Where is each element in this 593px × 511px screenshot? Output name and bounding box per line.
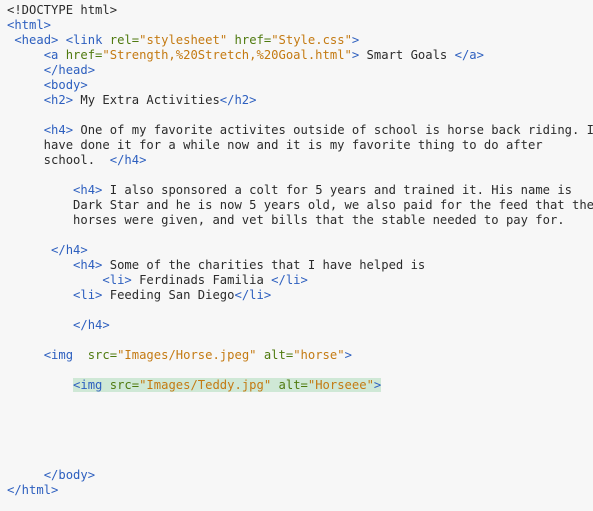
code-token: My Extra Activities — [73, 93, 220, 107]
code-token: "Images/Teddy.jpg" — [139, 378, 272, 392]
code-line[interactable]: <body> — [7, 78, 88, 93]
code-token: > — [373, 378, 382, 392]
code-token: </h2> — [219, 93, 257, 107]
code-editor[interactable]: <!DOCTYPE html> <html> <head> <link rel="… — [0, 0, 593, 511]
code-token: "stylesheet" — [139, 33, 228, 47]
code-line[interactable]: </h4> — [7, 243, 88, 258]
code-line[interactable]: </body> — [7, 468, 95, 483]
code-token: <h4> — [73, 258, 103, 272]
code-line[interactable]: <li> Ferdinads Familia </li> — [7, 273, 308, 288]
code-line[interactable]: <img src="Images/Teddy.jpg" alt="Horseee… — [7, 378, 382, 393]
code-line[interactable]: school. </h4> — [7, 153, 147, 168]
code-token: <h4> — [43, 123, 74, 137]
code-token: I also sponsored a colt for 5 years and … — [102, 183, 573, 197]
code-line[interactable]: Dark Star and he is now 5 years old, we … — [7, 198, 593, 213]
code-token: "Images/Horse.jpeg" — [117, 348, 257, 362]
code-line[interactable]: <html> — [7, 18, 51, 33]
code-line[interactable]: <img src="Images/Horse.jpeg" alt="horse"… — [7, 348, 352, 363]
code-token: <h2> — [43, 93, 74, 107]
code-line[interactable]: <li> Feeding San Diego</li> — [7, 288, 271, 303]
code-line[interactable]: </html> — [7, 483, 58, 498]
code-token: <head> — [14, 33, 59, 47]
code-line[interactable]: </h4> — [7, 318, 110, 333]
code-token: <img — [73, 378, 110, 392]
code-token: </li> — [271, 273, 308, 287]
code-token: have done it for a while now and it is m… — [7, 138, 543, 152]
code-line[interactable]: horses were given, and vet bills that th… — [7, 213, 565, 228]
code-token: rel= — [109, 33, 140, 47]
code-token: Ferdinads Familia — [131, 273, 272, 287]
code-line[interactable]: <!DOCTYPE html> — [7, 3, 117, 18]
code-token: </li> — [234, 288, 272, 302]
code-token: > — [344, 348, 352, 362]
code-token: "Strength,%20Stretch,%20Goal.html" — [102, 48, 352, 62]
code-token: src= — [87, 348, 118, 362]
code-token: > — [351, 33, 360, 47]
code-token: </head> — [43, 63, 96, 77]
code-token — [271, 378, 279, 392]
code-line[interactable]: <h4> I also sponsored a colt for 5 years… — [7, 183, 572, 198]
code-token: href= — [65, 48, 103, 62]
code-token: alt= — [278, 378, 308, 392]
code-line[interactable]: <head> <link rel="stylesheet" href="Styl… — [7, 33, 359, 48]
code-token: <li> — [73, 288, 103, 302]
code-line[interactable]: have done it for a while now and it is m… — [7, 138, 543, 153]
code-token: </h4> — [51, 243, 88, 257]
code-token: Smart Goals — [359, 48, 455, 62]
code-token: </h4> — [73, 318, 110, 332]
code-token: "Horseee" — [307, 378, 374, 392]
code-token: <a — [43, 48, 66, 62]
code-token: <body> — [43, 78, 88, 92]
code-token: Dark Star and he is now 5 years old, we … — [7, 198, 593, 212]
code-line[interactable]: <h2> My Extra Activities</h2> — [7, 93, 257, 108]
code-token: "horse" — [293, 348, 345, 362]
code-line[interactable]: </head> — [7, 63, 95, 78]
code-token: <html> — [7, 18, 52, 32]
code-token: <!DOCTYPE html> — [7, 3, 118, 17]
code-token: Feeding San Diego — [102, 288, 235, 302]
code-token: <li> — [102, 273, 132, 287]
code-line[interactable]: <a href="Strength,%20Stretch,%20Goal.htm… — [7, 48, 484, 63]
code-line[interactable]: <h4> Some of the charities that I have h… — [7, 258, 425, 273]
code-token: alt= — [263, 348, 294, 362]
code-token: src= — [109, 378, 140, 392]
code-token: </a> — [454, 48, 484, 62]
code-token: </body> — [43, 468, 96, 482]
code-token: school. — [7, 153, 110, 167]
code-token: href= — [234, 33, 272, 47]
code-token: One of my favorite activites outside of … — [73, 123, 593, 137]
code-token: <link — [65, 33, 110, 47]
code-token: "Style.css" — [271, 33, 352, 47]
code-token: </h4> — [109, 153, 147, 167]
code-token: Some of the charities that I have helped… — [102, 258, 426, 272]
code-token: </html> — [7, 483, 59, 497]
code-line[interactable]: <h4> One of my favorite activites outsid… — [7, 123, 593, 138]
code-token: <h4> — [73, 183, 103, 197]
code-token: horses were given, and vet bills that th… — [7, 213, 565, 227]
code-token: <img — [43, 348, 88, 362]
